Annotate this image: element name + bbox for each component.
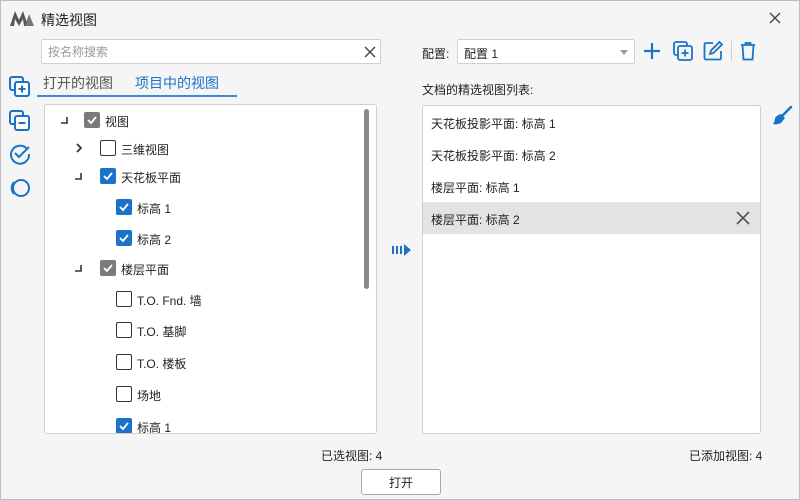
collapse-icon[interactable] [73, 262, 85, 274]
checkbox[interactable] [116, 354, 132, 370]
checkbox[interactable] [116, 291, 132, 307]
config-select[interactable]: 配置 1 [457, 39, 635, 64]
config-label: 配置: [422, 47, 450, 61]
search-input[interactable] [48, 43, 348, 60]
tree-item-label: T.O. Fnd. 墙 [137, 294, 202, 308]
added-count: 已添加视图: 4 [689, 449, 763, 463]
list-item-label: 天花板投影平面: 标高 2 [431, 149, 556, 163]
checkbox[interactable] [116, 199, 132, 215]
tree-item-label: T.O. 楼板 [137, 357, 187, 371]
checkbox[interactable] [116, 322, 132, 338]
tree-item-label: 天花板平面 [121, 171, 182, 185]
list-item-label: 楼层平面: 标高 2 [431, 213, 520, 227]
uncheck-all-icon[interactable] [7, 175, 33, 201]
checkbox[interactable] [100, 260, 116, 276]
add-views-icon[interactable] [7, 73, 33, 99]
config-selected-value: 配置 1 [464, 47, 499, 61]
tab-project-views[interactable]: 项目中的视图 [135, 73, 219, 97]
clear-search-icon[interactable] [362, 44, 378, 60]
search-field[interactable] [41, 39, 381, 64]
checkbox[interactable] [100, 168, 116, 184]
close-icon[interactable] [763, 7, 787, 29]
tab-underline [37, 95, 237, 97]
view-source-tabs: 打开的视图 项目中的视图 [37, 71, 237, 97]
window-title: 精选视图 [41, 12, 97, 28]
views-tree: 视图 三维视图 天花板平面 标高 1 标高 2 楼层平面 T.O. Fnd. 墙 [44, 104, 377, 434]
list-item[interactable]: 楼层平面: 标高 1 [423, 170, 760, 202]
collapse-icon[interactable] [59, 114, 71, 126]
checkbox[interactable] [116, 418, 132, 433]
tree-item-label: 标高 2 [137, 233, 172, 247]
selected-list-label: 文档的精选视图列表: [422, 83, 534, 97]
delete-icon[interactable] [737, 40, 759, 62]
toolbar-divider [731, 41, 732, 61]
selected-count: 已选视图: 4 [321, 449, 383, 463]
app-logo-icon [10, 11, 34, 26]
add-icon[interactable] [641, 40, 663, 62]
checkbox[interactable] [84, 112, 100, 128]
brush-icon[interactable] [770, 105, 794, 129]
list-item-label: 楼层平面: 标高 1 [431, 181, 520, 195]
move-right-icon[interactable] [390, 241, 414, 259]
list-item[interactable]: 天花板投影平面: 标高 1 [423, 106, 760, 138]
tree-scrollbar[interactable] [364, 109, 369, 289]
tree-item-label: 标高 1 [137, 421, 172, 434]
expand-icon[interactable] [73, 142, 85, 154]
check-all-icon[interactable] [7, 141, 33, 167]
list-item[interactable]: 楼层平面: 标高 2 [423, 202, 760, 234]
remove-views-icon[interactable] [7, 107, 33, 133]
checkbox[interactable] [116, 230, 132, 246]
remove-item-icon[interactable] [735, 210, 751, 226]
checkbox[interactable] [116, 386, 132, 402]
title-bar: 精选视图 [1, 1, 799, 35]
chevron-down-icon [620, 50, 628, 55]
duplicate-icon[interactable] [672, 40, 694, 62]
list-item[interactable]: 天花板投影平面: 标高 2 [423, 138, 760, 170]
selected-views-list: 天花板投影平面: 标高 1 天花板投影平面: 标高 2 楼层平面: 标高 1 楼… [422, 105, 761, 434]
checkbox[interactable] [100, 140, 116, 156]
list-item-label: 天花板投影平面: 标高 1 [431, 117, 556, 131]
edit-icon[interactable] [702, 40, 724, 62]
tree-item-label: T.O. 基脚 [137, 325, 187, 339]
select-views-dialog: 精选视图 打开的视图 项目中的视图 [0, 0, 800, 500]
collapse-icon[interactable] [73, 170, 85, 182]
tree-item-label: 楼层平面 [121, 263, 170, 277]
tree-item-label: 场地 [137, 389, 162, 403]
tree-item-label: 三维视图 [121, 143, 170, 157]
tree-item-label: 视图 [105, 115, 130, 129]
open-button[interactable]: 打开 [361, 469, 441, 495]
tree-item-label: 标高 1 [137, 202, 172, 216]
tab-open-views[interactable]: 打开的视图 [43, 73, 113, 97]
